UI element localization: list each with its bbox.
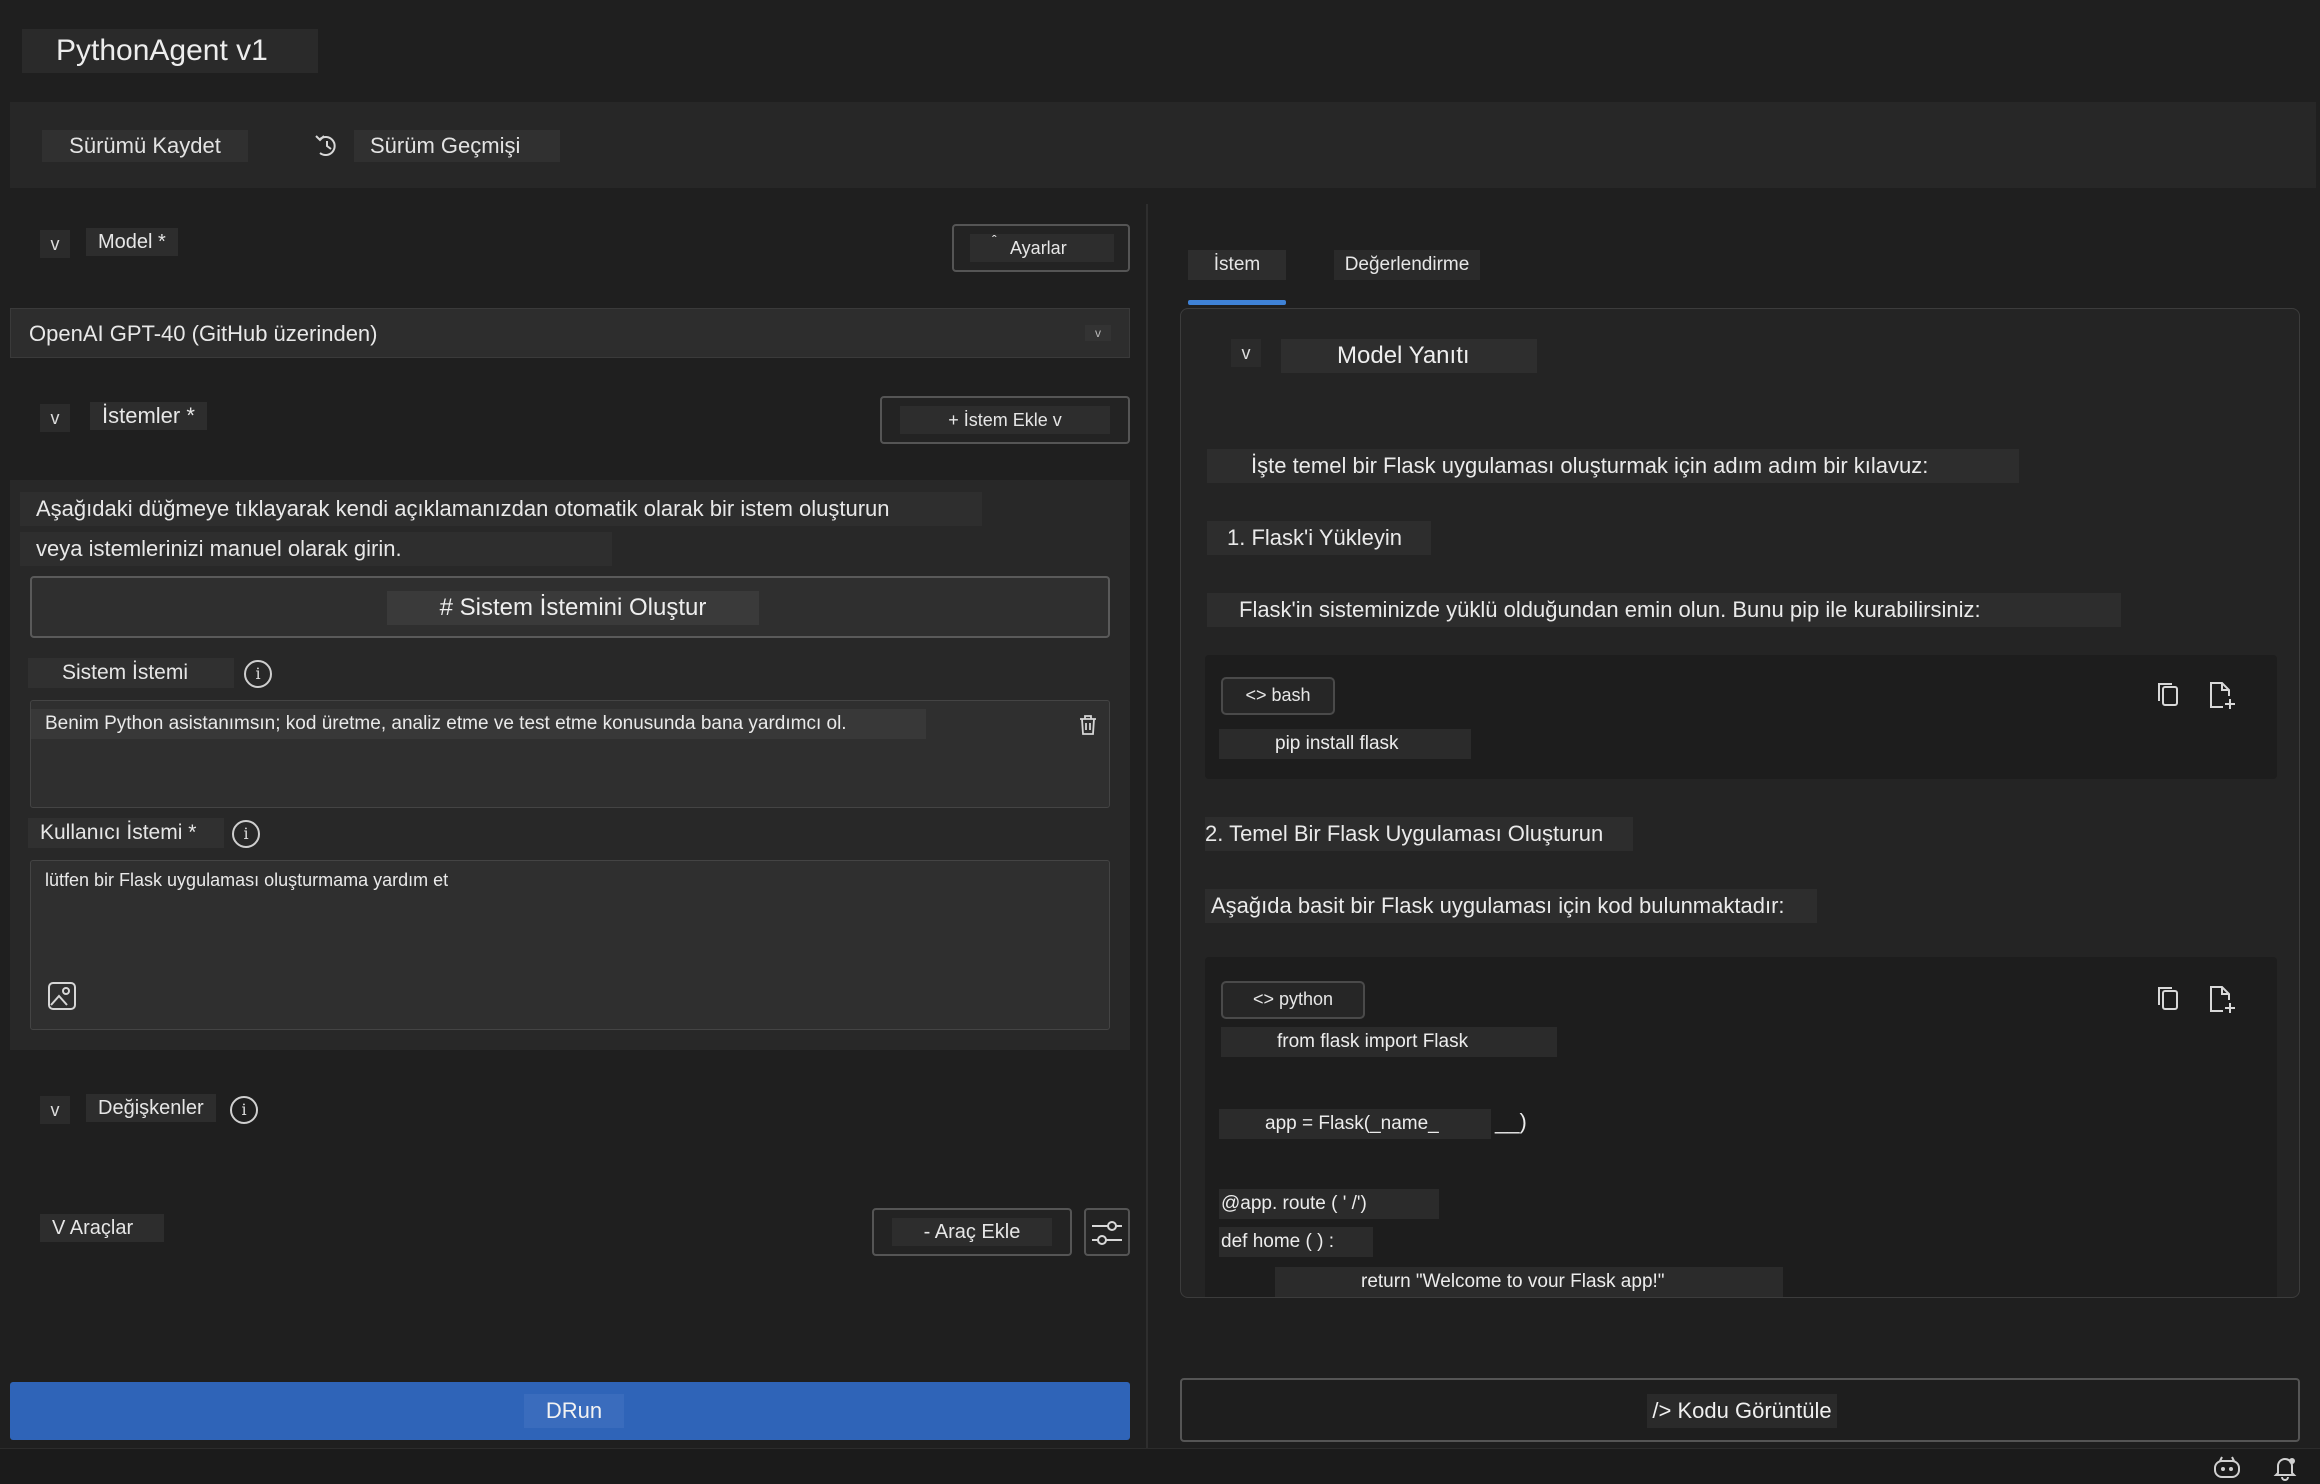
model-section-label: Model * — [86, 228, 178, 256]
user-prompt-label: Kullanıcı İstemi * — [28, 818, 224, 848]
generate-system-prompt-button[interactable]: # Sistem İstemini Oluştur — [30, 576, 1110, 638]
insert-file-icon[interactable] — [2205, 983, 2237, 1015]
model-select-value: OpenAI GPT-40 (GitHub üzerinden) — [29, 321, 378, 346]
tab-istem[interactable]: İstem — [1188, 250, 1286, 280]
notification-bell-icon[interactable] — [2272, 1455, 2298, 1481]
prompts-collapse-toggle[interactable]: v — [40, 404, 70, 432]
generate-system-prompt-label: # Sistem İstemini Oluştur — [387, 591, 759, 625]
tools-section-toggle[interactable]: V Araçlar — [40, 1214, 164, 1242]
variables-collapse-toggle[interactable]: v — [40, 1096, 70, 1124]
prompt-description-line2: veya istemlerinizi manuel olarak girin. — [20, 532, 612, 566]
history-icon[interactable] — [312, 130, 342, 162]
python-code-block: <> python from flask import Flask app = … — [1205, 957, 2277, 1297]
python-language-chip: <> python — [1221, 981, 1365, 1019]
code-line: @app. route ( ' /') — [1219, 1189, 1439, 1219]
add-tool-button[interactable]: - Araç Ekle — [872, 1208, 1072, 1256]
version-toolbar: Sürümü Kaydet Sürüm Geçmişi — [10, 102, 2316, 188]
response-intro: İşte temel bir Flask uygulaması oluşturm… — [1207, 449, 2019, 483]
variables-section-label: Değişkenler — [86, 1094, 216, 1122]
view-code-button[interactable]: /> Kodu Görüntüle — [1180, 1378, 2300, 1442]
app-title: PythonAgent v1 — [22, 29, 318, 73]
status-bar — [0, 1448, 2320, 1484]
user-prompt-value: lütfen bir Flask uygulaması oluşturmama … — [45, 870, 449, 890]
save-version-button[interactable]: Sürümü Kaydet — [42, 130, 248, 162]
response-title: Model Yanıtı — [1281, 339, 1537, 373]
model-response-panel: v Model Yanıtı İşte temel bir Flask uygu… — [1180, 308, 2300, 1298]
chevron-up-icon: ˆ — [992, 232, 997, 248]
model-select[interactable]: OpenAI GPT-40 (GitHub üzerinden) v — [10, 308, 1130, 358]
code-line: def home ( ) : — [1219, 1227, 1373, 1257]
version-history-button[interactable]: Sürüm Geçmişi — [354, 130, 560, 162]
settings-button[interactable]: ˆ Ayarlar — [952, 224, 1130, 272]
copilot-icon[interactable] — [2212, 1455, 2242, 1481]
add-prompt-button[interactable]: + İstem Ekle v — [880, 396, 1130, 444]
user-prompt-textarea[interactable]: lütfen bir Flask uygulaması oluşturmama … — [30, 860, 1110, 1030]
bash-code-line: pip install flask — [1219, 729, 1471, 759]
code-line: return "Welcome to vour Flask app!" — [1275, 1267, 1783, 1297]
panel-divider — [1146, 204, 1148, 1450]
response-step1-desc: Flask'in sisteminizde yüklü olduğundan e… — [1207, 593, 2121, 627]
view-code-label: /> Kodu Görüntüle — [1647, 1394, 1837, 1428]
system-prompt-textarea[interactable]: Benim Python asistanımsın; kod üretme, a… — [30, 700, 1110, 808]
run-button[interactable]: DRun — [10, 1382, 1130, 1440]
response-collapse-toggle[interactable]: v — [1231, 339, 1261, 367]
info-icon[interactable]: i — [232, 820, 260, 848]
system-prompt-label: Sistem İstemi — [28, 658, 234, 688]
trash-icon[interactable] — [1077, 713, 1099, 737]
add-prompt-label: + İstem Ekle v — [900, 406, 1110, 434]
response-step2-desc: Aşağıda basit bir Flask uygulaması için … — [1205, 889, 1817, 923]
response-step1: 1. Flask'i Yükleyin — [1207, 521, 1431, 555]
run-label: DRun — [524, 1394, 624, 1428]
image-icon[interactable] — [47, 981, 77, 1011]
info-icon[interactable]: i — [244, 660, 272, 688]
copy-icon[interactable] — [2153, 983, 2185, 1015]
info-icon[interactable]: i — [230, 1096, 258, 1124]
active-tab-indicator — [1188, 300, 1286, 305]
system-prompt-value: Benim Python asistanımsın; kod üretme, a… — [31, 709, 926, 739]
tool-settings-sliders-icon[interactable] — [1084, 1208, 1130, 1256]
tab-degerlendirme[interactable]: Değerlendirme — [1334, 250, 1480, 280]
bash-code-block: <> bash pip install flask — [1205, 655, 2277, 779]
copy-icon[interactable] — [2153, 679, 2185, 711]
prompts-panel: Aşağıdaki düğmeye tıklayarak kendi açıkl… — [10, 480, 1130, 1050]
code-line: __) — [1495, 1109, 1527, 1134]
insert-file-icon[interactable] — [2205, 679, 2237, 711]
code-line: app = Flask(_name_ — [1219, 1109, 1491, 1139]
prompts-section-label: İstemler * — [90, 402, 207, 430]
code-line: from flask import Flask — [1221, 1027, 1557, 1057]
bash-language-chip: <> bash — [1221, 677, 1335, 715]
response-step2: 2. Temel Bir Flask Uygulaması Oluşturun — [1205, 817, 1633, 851]
settings-label: Ayarlar — [1010, 238, 1067, 258]
chevron-down-icon: v — [1085, 325, 1111, 341]
add-tool-label: - Araç Ekle — [892, 1218, 1052, 1246]
model-collapse-toggle[interactable]: v — [40, 230, 70, 258]
prompt-description-line1: Aşağıdaki düğmeye tıklayarak kendi açıkl… — [20, 492, 982, 526]
